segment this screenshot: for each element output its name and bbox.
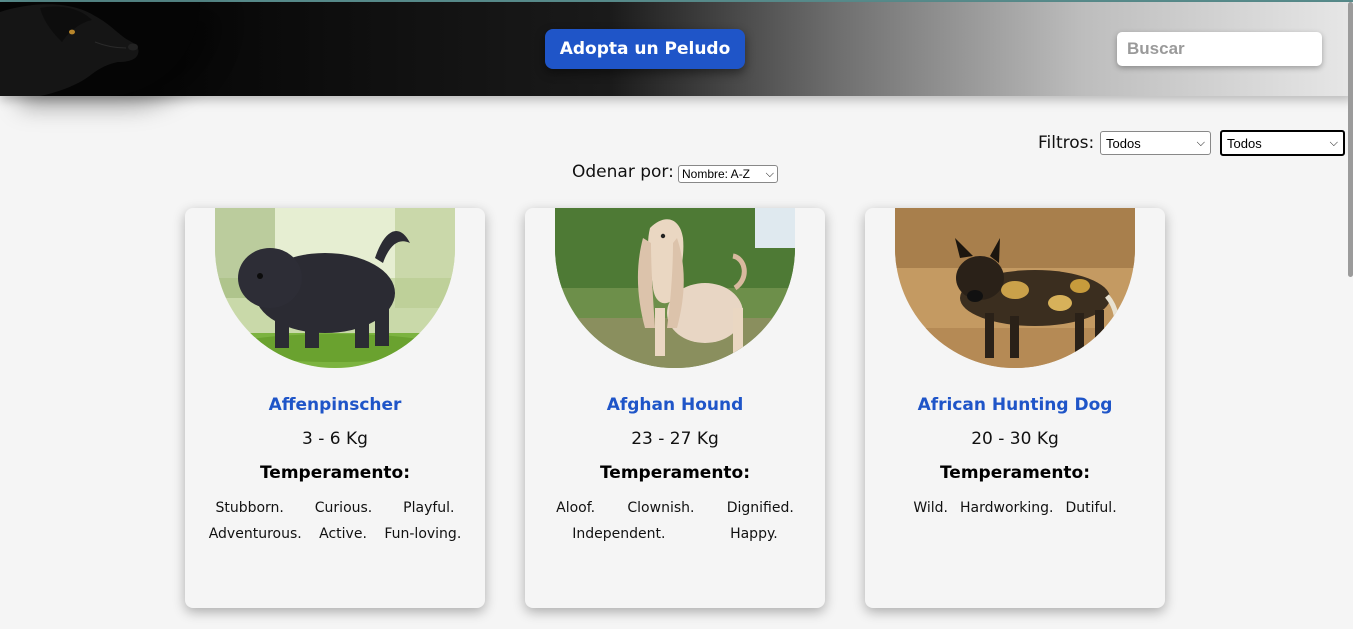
temperament-tag: Happy. <box>730 526 778 542</box>
temperament-tag: Hardworking. <box>959 500 1054 516</box>
temperament-tag: Adventurous. <box>208 526 302 542</box>
temperament-list: Stubborn. Curious. Playful. Adventurous.… <box>200 500 470 542</box>
breed-card[interactable]: Afghan Hound 23 - 27 Kg Temperamento: Al… <box>525 208 825 608</box>
temperament-tag: Curious. <box>314 500 373 516</box>
breed-weight: 23 - 27 Kg <box>631 429 719 449</box>
temperament-tag: Clownish. <box>627 500 695 516</box>
dog-logo[interactable] <box>0 2 200 96</box>
temperament-tag: Dignified. <box>726 500 794 516</box>
temperament-tag: Independent. <box>572 526 666 542</box>
adopt-button[interactable]: Adopta un Peludo <box>545 29 745 69</box>
temperament-tag: Fun-loving. <box>384 526 462 542</box>
temperament-tag: Wild. <box>913 500 948 516</box>
breed-name[interactable]: African Hunting Dog <box>865 395 1165 415</box>
breed-name[interactable]: Affenpinscher <box>185 395 485 415</box>
sort-label: Odenar por: <box>572 162 674 182</box>
search-input[interactable] <box>1117 32 1322 66</box>
temperament-tag: Aloof. <box>556 500 596 516</box>
filter-temperament-value: Todos <box>1106 135 1141 151</box>
breed-card[interactable]: Affenpinscher 3 - 6 Kg Temperamento: Stu… <box>185 208 485 608</box>
temperament-title: Temperamento: <box>599 463 751 483</box>
affenpinscher-photo <box>215 208 455 368</box>
chevron-down-icon: ⌵ <box>765 167 774 180</box>
breed-weight: 3 - 6 Kg <box>302 429 368 449</box>
filters-label: Filtros: <box>1038 133 1095 153</box>
sort-value: Nombre: A-Z <box>682 167 751 181</box>
page-scrollbar[interactable] <box>1348 2 1353 277</box>
breed-weight: 20 - 30 Kg <box>971 429 1059 449</box>
temperament-title: Temperamento: <box>259 463 411 483</box>
temperament-title: Temperamento: <box>939 463 1091 483</box>
chevron-down-icon: ⌵ <box>1196 136 1205 149</box>
site-header: Adopta un Peludo <box>0 2 1353 96</box>
temperament-tag: Dutiful. <box>1065 500 1117 516</box>
temperament-list: Wild. Hardworking. Dutiful. <box>880 500 1150 516</box>
breed-name[interactable]: Afghan Hound <box>525 395 825 415</box>
temperament-tag: Active. <box>319 526 367 542</box>
black-dog-profile-image <box>0 2 200 96</box>
filter-origin-value: Todos <box>1227 135 1262 151</box>
breed-card[interactable]: African Hunting Dog 20 - 30 Kg Temperame… <box>865 208 1165 608</box>
temperament-tag: Playful. <box>403 500 455 516</box>
filter-origin-select[interactable]: Todos ⌵ <box>1220 130 1345 156</box>
temperament-tag: Stubborn. <box>215 500 284 516</box>
filter-temperament-select[interactable]: Todos ⌵ <box>1100 131 1211 155</box>
sort-select[interactable]: Nombre: A-Z ⌵ <box>678 165 778 183</box>
afghan-hound-photo <box>555 208 795 368</box>
chevron-down-icon: ⌵ <box>1329 136 1338 149</box>
temperament-list: Aloof. Clownish. Dignified. Independent.… <box>540 500 810 542</box>
african-hunting-dog-photo <box>895 208 1135 368</box>
